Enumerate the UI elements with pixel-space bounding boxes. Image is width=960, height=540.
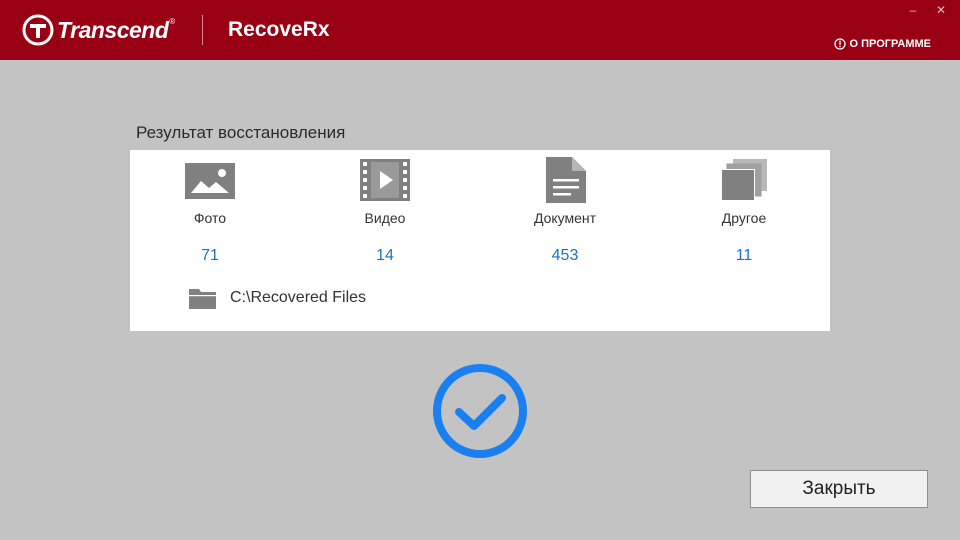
header-divider <box>202 15 203 45</box>
info-icon <box>833 38 846 50</box>
result-title: Результат восстановления <box>136 123 346 142</box>
category-count: 453 <box>551 247 579 264</box>
other-files-icon <box>721 159 767 201</box>
close-button[interactable]: Закрыть <box>750 470 928 508</box>
category-count: 71 <box>201 247 219 264</box>
window-controls: – ✕ <box>904 2 950 18</box>
category-label: Фото <box>193 210 227 226</box>
category-count: 14 <box>376 247 394 264</box>
about-label: О ПРОГРАММЕ <box>849 38 931 50</box>
transcend-logo-icon <box>22 14 54 46</box>
checkmark-circle-icon <box>433 364 527 458</box>
result-panel: Фото 71 Видео 14 Документ 453 Другое 11 … <box>130 150 830 331</box>
category-label: Документ <box>533 210 597 226</box>
about-link[interactable]: О ПРОГРАММЕ <box>833 38 931 50</box>
transcend-logo: Transcend ® <box>22 14 175 46</box>
folder-icon <box>189 289 216 309</box>
category-label: Видео <box>364 210 406 226</box>
window-close-button[interactable]: ✕ <box>932 2 950 18</box>
video-icon <box>360 159 410 201</box>
registered-mark: ® <box>169 16 176 26</box>
brand-name: Transcend <box>57 16 169 43</box>
app-title: RecoveRx <box>228 18 330 41</box>
document-icon <box>546 157 586 203</box>
minimize-button[interactable]: – <box>904 2 922 18</box>
category-count: 11 <box>735 247 753 264</box>
output-path[interactable]: C:\Recovered Files <box>230 289 366 307</box>
photo-icon <box>185 163 235 199</box>
title-bar: Transcend ® RecoveRx – ✕ О ПРОГРАММЕ <box>0 0 960 60</box>
category-label: Другое <box>721 210 767 226</box>
